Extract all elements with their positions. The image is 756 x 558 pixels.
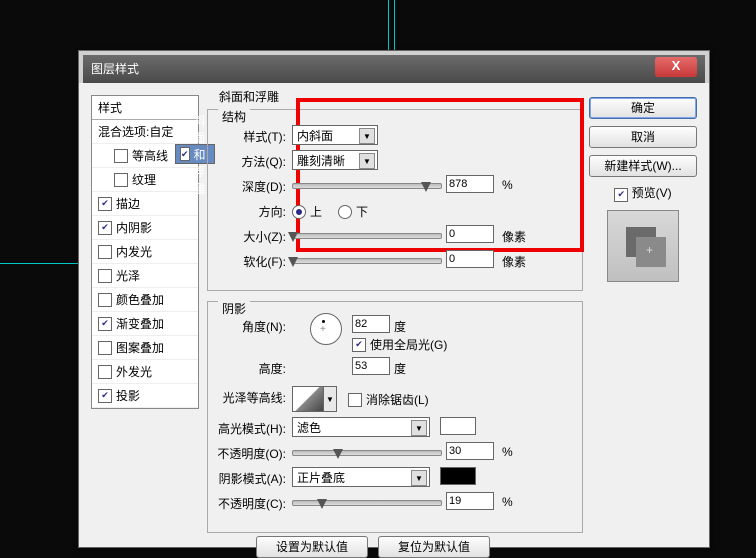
structure-title: 结构 (218, 108, 250, 125)
reset-default-button[interactable]: 复位为默认值 (378, 536, 490, 558)
style-texture[interactable]: 纹理 (92, 168, 198, 192)
checkbox-icon[interactable] (98, 317, 112, 331)
soften-slider[interactable] (292, 258, 442, 264)
gloss-contour-label: 光泽等高线: (206, 389, 286, 406)
titlebar[interactable]: 图层样式 X (79, 51, 709, 83)
angle-unit: 度 (394, 318, 406, 335)
antialias-checkbox[interactable] (348, 393, 362, 407)
style-contour[interactable]: 等高线 (92, 144, 198, 168)
ok-button[interactable]: 确定 (589, 97, 697, 119)
depth-input[interactable]: 878 (446, 175, 494, 193)
checkbox-icon[interactable] (114, 173, 128, 187)
close-button[interactable]: X (655, 57, 697, 77)
shadow-mode-label: 阴影模式(A): (206, 470, 286, 487)
style-stroke[interactable]: 描边 (92, 192, 198, 216)
chevron-down-icon: ▼ (359, 128, 375, 144)
highlight-opacity-input[interactable]: 30 (446, 442, 494, 460)
chevron-down-icon: ▼ (411, 470, 427, 486)
chevron-down-icon[interactable]: ▼ (324, 386, 337, 412)
checkbox-icon[interactable] (98, 269, 112, 283)
style-outer-glow[interactable]: 外发光 (92, 360, 198, 384)
structure-group: 结构 样式(T): 内斜面▼ 方法(Q): 雕刻清晰▼ 深度(D): 878 % (207, 109, 583, 291)
close-icon: X (672, 58, 681, 73)
gloss-contour-swatch[interactable] (292, 386, 324, 412)
style-satin[interactable]: 光泽 (92, 264, 198, 288)
styles-header[interactable]: 样式 (92, 96, 198, 120)
soften-unit: 像素 (502, 253, 526, 270)
direction-up-radio[interactable] (292, 205, 306, 219)
style-drop-shadow[interactable]: 投影 (92, 384, 198, 408)
highlight-opacity-label: 不透明度(O): (206, 445, 286, 462)
altitude-label: 高度: (216, 360, 286, 377)
chevron-down-icon: ▼ (359, 153, 375, 169)
checkbox-icon[interactable] (98, 365, 112, 379)
blend-options[interactable]: 混合选项:自定 (92, 120, 198, 144)
style-select[interactable]: 内斜面▼ (292, 125, 378, 145)
checkbox-icon[interactable] (98, 197, 112, 211)
action-panel: 确定 取消 新建样式(W)... 预览(V) + (589, 97, 697, 282)
style-pattern-overlay[interactable]: 图案叠加 (92, 336, 198, 360)
checkbox-icon[interactable] (98, 293, 112, 307)
settings-panel: 斜面和浮雕 结构 样式(T): 内斜面▼ 方法(Q): 雕刻清晰▼ 深度(D):… (207, 95, 583, 543)
style-color-overlay[interactable]: 颜色叠加 (92, 288, 198, 312)
preview-swatch: + (607, 210, 679, 282)
shadow-mode-select[interactable]: 正片叠底▼ (292, 467, 430, 487)
angle-input[interactable]: 82 (352, 315, 390, 333)
global-light-checkbox[interactable] (352, 338, 366, 352)
checkbox-icon[interactable] (98, 245, 112, 259)
set-default-button[interactable]: 设置为默认值 (256, 536, 368, 558)
altitude-unit: 度 (394, 360, 406, 377)
styles-panel: 样式 混合选项:自定 斜面和浮雕 等高线 纹理 描边 内阴影 内发光 光泽 颜色… (91, 95, 199, 543)
technique-label: 方法(Q): (216, 153, 286, 170)
preview-checkbox[interactable] (614, 188, 628, 202)
shading-group: 阴影 角度(N): + 82 度 使用全局光(G) 高度: 53 度 光泽等高线… (207, 301, 583, 533)
checkbox-icon[interactable] (114, 149, 128, 163)
shadow-opacity-input[interactable]: 19 (446, 492, 494, 510)
depth-unit: % (502, 178, 513, 192)
size-input[interactable]: 0 (446, 225, 494, 243)
depth-label: 深度(D): (216, 178, 286, 195)
size-label: 大小(Z): (216, 228, 286, 245)
soften-label: 软化(F): (216, 253, 286, 270)
shadow-opacity-label: 不透明度(C): (206, 495, 286, 512)
style-inner-shadow[interactable]: 内阴影 (92, 216, 198, 240)
layer-style-dialog: 图层样式 X 样式 混合选项:自定 斜面和浮雕 等高线 纹理 描边 内阴影 内发… (78, 50, 710, 548)
new-style-button[interactable]: 新建样式(W)... (589, 155, 697, 177)
style-inner-glow[interactable]: 内发光 (92, 240, 198, 264)
checkbox-icon[interactable] (98, 221, 112, 235)
shadow-opacity-slider[interactable] (292, 500, 442, 506)
size-unit: 像素 (502, 228, 526, 245)
size-slider[interactable] (292, 233, 442, 239)
checkbox-icon[interactable] (98, 341, 112, 355)
direction-label: 方向: (216, 203, 286, 220)
cancel-button[interactable]: 取消 (589, 126, 697, 148)
altitude-input[interactable]: 53 (352, 357, 390, 375)
checkbox-icon[interactable] (98, 389, 112, 403)
depth-slider[interactable] (292, 183, 442, 189)
soften-input[interactable]: 0 (446, 250, 494, 268)
highlight-opacity-slider[interactable] (292, 450, 442, 456)
window-title: 图层样式 (91, 62, 139, 76)
highlight-mode-select[interactable]: 滤色▼ (292, 417, 430, 437)
style-gradient-overlay[interactable]: 渐变叠加 (92, 312, 198, 336)
chevron-down-icon: ▼ (411, 420, 427, 436)
style-label: 样式(T): (216, 128, 286, 145)
shadow-color-swatch[interactable] (440, 467, 476, 485)
highlight-mode-label: 高光模式(H): (206, 420, 286, 437)
angle-label: 角度(N): (216, 318, 286, 335)
bevel-title: 斜面和浮雕 (215, 88, 283, 105)
direction-down-radio[interactable] (338, 205, 352, 219)
technique-select[interactable]: 雕刻清晰▼ (292, 150, 378, 170)
highlight-color-swatch[interactable] (440, 417, 476, 435)
